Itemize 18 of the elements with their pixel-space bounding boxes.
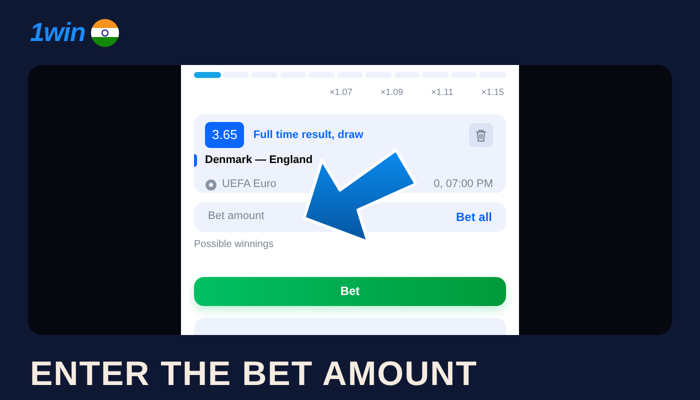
bet-button[interactable]: Bet xyxy=(194,276,506,306)
trash-icon xyxy=(475,128,487,142)
flag-icon xyxy=(91,18,120,46)
multiplier-label: ×1.11 xyxy=(431,86,454,99)
multiplier-label: ×1.15 xyxy=(481,86,504,99)
bet-all-link[interactable]: Bet all xyxy=(456,208,492,226)
logo: 1win xyxy=(30,16,86,49)
accent-bar xyxy=(194,154,197,167)
heading: ENTER THE BET AMOUNT xyxy=(30,355,478,393)
market-label: Full time result, draw xyxy=(253,128,364,143)
match-title: Denmark — England xyxy=(205,152,313,168)
tournament-label: UEFA Euro xyxy=(222,177,276,192)
odds-badge: 3.65 xyxy=(205,122,244,148)
match-time: 0, 07:00 PM xyxy=(434,177,493,192)
trash-button[interactable] xyxy=(469,123,493,148)
multiplier-label: ×1.09 xyxy=(380,86,404,99)
winnings-label: Possible winnings xyxy=(194,238,274,252)
multiplier-label: ×1.07 xyxy=(330,86,352,99)
